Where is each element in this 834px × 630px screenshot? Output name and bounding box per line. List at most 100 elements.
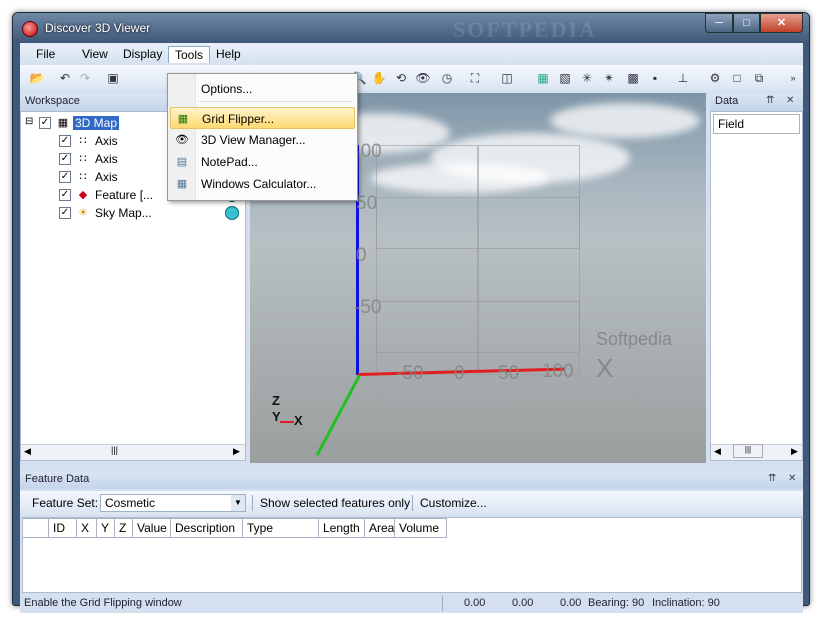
grid-plane-icon[interactable]: ▦ <box>534 69 552 87</box>
scroll-left-icon[interactable]: ◀ <box>714 446 721 457</box>
scroll-right-icon[interactable]: ▶ <box>791 446 798 457</box>
minimize-button[interactable]: ─ <box>705 13 733 33</box>
feature-table: ID X Y Z Value Description Type Length Area Volum… <box>22 517 802 593</box>
data-panel-close-icon[interactable]: ✕ <box>786 95 794 106</box>
tree-item-label: Axis <box>95 170 118 184</box>
menu-view[interactable]: View <box>76 46 114 63</box>
data-hscrollbar[interactable]: ◀ ||| ▶ <box>711 444 802 460</box>
column-header-volume[interactable]: Volume <box>395 518 447 538</box>
column-header-type[interactable]: Type <box>243 518 319 538</box>
app-window: Discover 3D Viewer SOFTPEDIA ─ □ ✕ File … <box>12 12 810 613</box>
column-header-value[interactable]: Value <box>133 518 171 538</box>
column-header-length[interactable]: Length <box>319 518 365 538</box>
feature-data-header: Feature Data ⇈ ✕ <box>20 471 803 489</box>
compass-icon[interactable]: ◷ <box>438 69 456 87</box>
x-tick-label: 100 <box>542 361 574 382</box>
building-icon[interactable]: ▪ <box>646 69 664 87</box>
menu-separator <box>198 101 353 102</box>
gear-cube-icon[interactable]: ⚙ <box>706 69 724 87</box>
feature-data-toolbar: Feature Set: Cosmetic ▼ Show selected fe… <box>20 491 803 515</box>
tree-item-label: Axis <box>95 134 118 148</box>
z-tick-label: 0 <box>356 245 367 266</box>
x-tick-label: -50 <box>396 363 424 384</box>
surface-icon[interactable]: ▧ <box>556 69 574 87</box>
show-selected-button[interactable]: Show selected features only <box>260 496 410 510</box>
tree-checkbox[interactable]: ✓ <box>59 171 71 183</box>
scroll-left-icon[interactable]: ◀ <box>24 446 31 457</box>
menu-tools[interactable]: Tools <box>168 46 211 63</box>
menu-item-windows-calculator[interactable]: ▦ Windows Calculator... <box>170 173 355 195</box>
menu-item-options[interactable]: Options... <box>170 78 355 100</box>
x-tick-label: 50 <box>498 363 520 384</box>
mini-axis-x-line <box>280 421 294 423</box>
redo-icon[interactable]: ↷ <box>76 69 94 87</box>
close-button[interactable]: ✕ <box>760 13 803 33</box>
feature-data-close-icon[interactable]: ✕ <box>788 473 796 484</box>
x-axis-label: X <box>596 353 614 383</box>
pan-hand-icon[interactable]: ✋ <box>370 69 388 87</box>
status-value: 0.00 <box>560 597 582 609</box>
feature-set-select[interactable]: Cosmetic ▼ <box>100 494 246 512</box>
tree-checkbox[interactable]: ✓ <box>59 207 71 219</box>
menu-item-grid-flipper[interactable]: ▦ Grid Flipper... <box>170 107 355 129</box>
map-grid-icon: ▦ <box>57 117 69 129</box>
softpedia-watermark: SOFTPEDIA <box>453 17 597 42</box>
softpedia-watermark: Softpedia <box>596 329 673 349</box>
scroll-right-icon[interactable]: ▶ <box>233 446 240 457</box>
column-header-description[interactable]: Description <box>171 518 243 538</box>
pin-icon[interactable]: ⇈ <box>766 95 774 106</box>
undo-icon[interactable]: ↶ <box>56 69 74 87</box>
title-bar[interactable]: Discover 3D Viewer SOFTPEDIA ─ □ ✕ <box>13 13 809 43</box>
rotate-3d-icon[interactable]: ⟲ <box>392 69 410 87</box>
axis-points-icon: ∷ <box>79 135 87 147</box>
mini-axis-x: X <box>294 413 303 428</box>
toolbar-overflow-icon[interactable]: » <box>784 69 802 87</box>
3d-view-icon[interactable]: ▣ <box>104 69 122 87</box>
wall-icon[interactable]: ▩ <box>624 69 642 87</box>
column-header-x[interactable]: X <box>77 518 97 538</box>
column-header-z[interactable]: Z <box>115 518 133 538</box>
workspace-hscrollbar[interactable]: ◀ ||| ▶ <box>21 444 245 460</box>
window-title: Discover 3D Viewer <box>45 21 151 35</box>
eye-3d-icon[interactable]: 👁 <box>414 69 432 87</box>
fit-extent-icon[interactable]: ⛶ <box>466 69 484 87</box>
column-header-id[interactable]: ID <box>49 518 77 538</box>
feature-shapes-icon: ◆ <box>78 189 88 201</box>
menu-help[interactable]: Help <box>210 46 247 63</box>
notepad-icon: ▤ <box>176 156 188 168</box>
box-rotate-icon[interactable]: ⧉ <box>750 69 768 87</box>
asterisk-tool-icon[interactable]: ✳ <box>578 69 596 87</box>
status-value: 0.00 <box>464 597 486 609</box>
tree-checkbox[interactable]: ✓ <box>39 117 51 129</box>
column-header-y[interactable]: Y <box>97 518 115 538</box>
menu-item-notepad[interactable]: ▤ NotePad... <box>170 151 355 173</box>
grid-line <box>376 197 580 249</box>
tree-item-sky-map[interactable]: ✓ ☀ Sky Map... <box>21 204 245 222</box>
cube-icon[interactable]: ◫ <box>498 69 516 87</box>
eye-3d-icon: 👁 <box>175 134 189 146</box>
client-area: File View Display Tools Help 📂 ↶ ↷ ▣ 🔍 ✋… <box>20 43 803 613</box>
tree-item-label: Feature [... <box>95 188 154 202</box>
collapse-icon[interactable]: ⊟ <box>25 116 33 127</box>
tree-checkbox[interactable]: ✓ <box>59 189 71 201</box>
tree-item-label: Sky Map... <box>95 206 152 220</box>
box-view-icon[interactable]: □ <box>728 69 746 87</box>
perpendicular-icon[interactable]: ⊥ <box>674 69 692 87</box>
open-folder-icon[interactable]: 📂 <box>28 69 46 87</box>
scatter-tool-icon[interactable]: ✴ <box>600 69 618 87</box>
column-header-area[interactable]: Area <box>365 518 395 538</box>
maximize-button[interactable]: □ <box>733 13 760 33</box>
color-swatch-icon[interactable] <box>225 206 239 220</box>
scroll-thumb[interactable]: ||| <box>111 445 118 455</box>
field-column-header[interactable]: Field <box>713 114 800 134</box>
customize-button[interactable]: Customize... <box>420 496 487 510</box>
menu-display[interactable]: Display <box>117 46 168 63</box>
menu-item-3d-view-manager[interactable]: 👁 3D View Manager... <box>170 129 355 151</box>
chevron-down-icon[interactable]: ▼ <box>231 495 245 511</box>
tree-checkbox[interactable]: ✓ <box>59 135 71 147</box>
pin-icon[interactable]: ⇈ <box>768 473 776 484</box>
tree-checkbox[interactable]: ✓ <box>59 153 71 165</box>
scroll-thumb[interactable]: ||| <box>733 444 763 458</box>
menu-file[interactable]: File <box>30 46 61 63</box>
x-tick-label: 0 <box>454 363 465 384</box>
